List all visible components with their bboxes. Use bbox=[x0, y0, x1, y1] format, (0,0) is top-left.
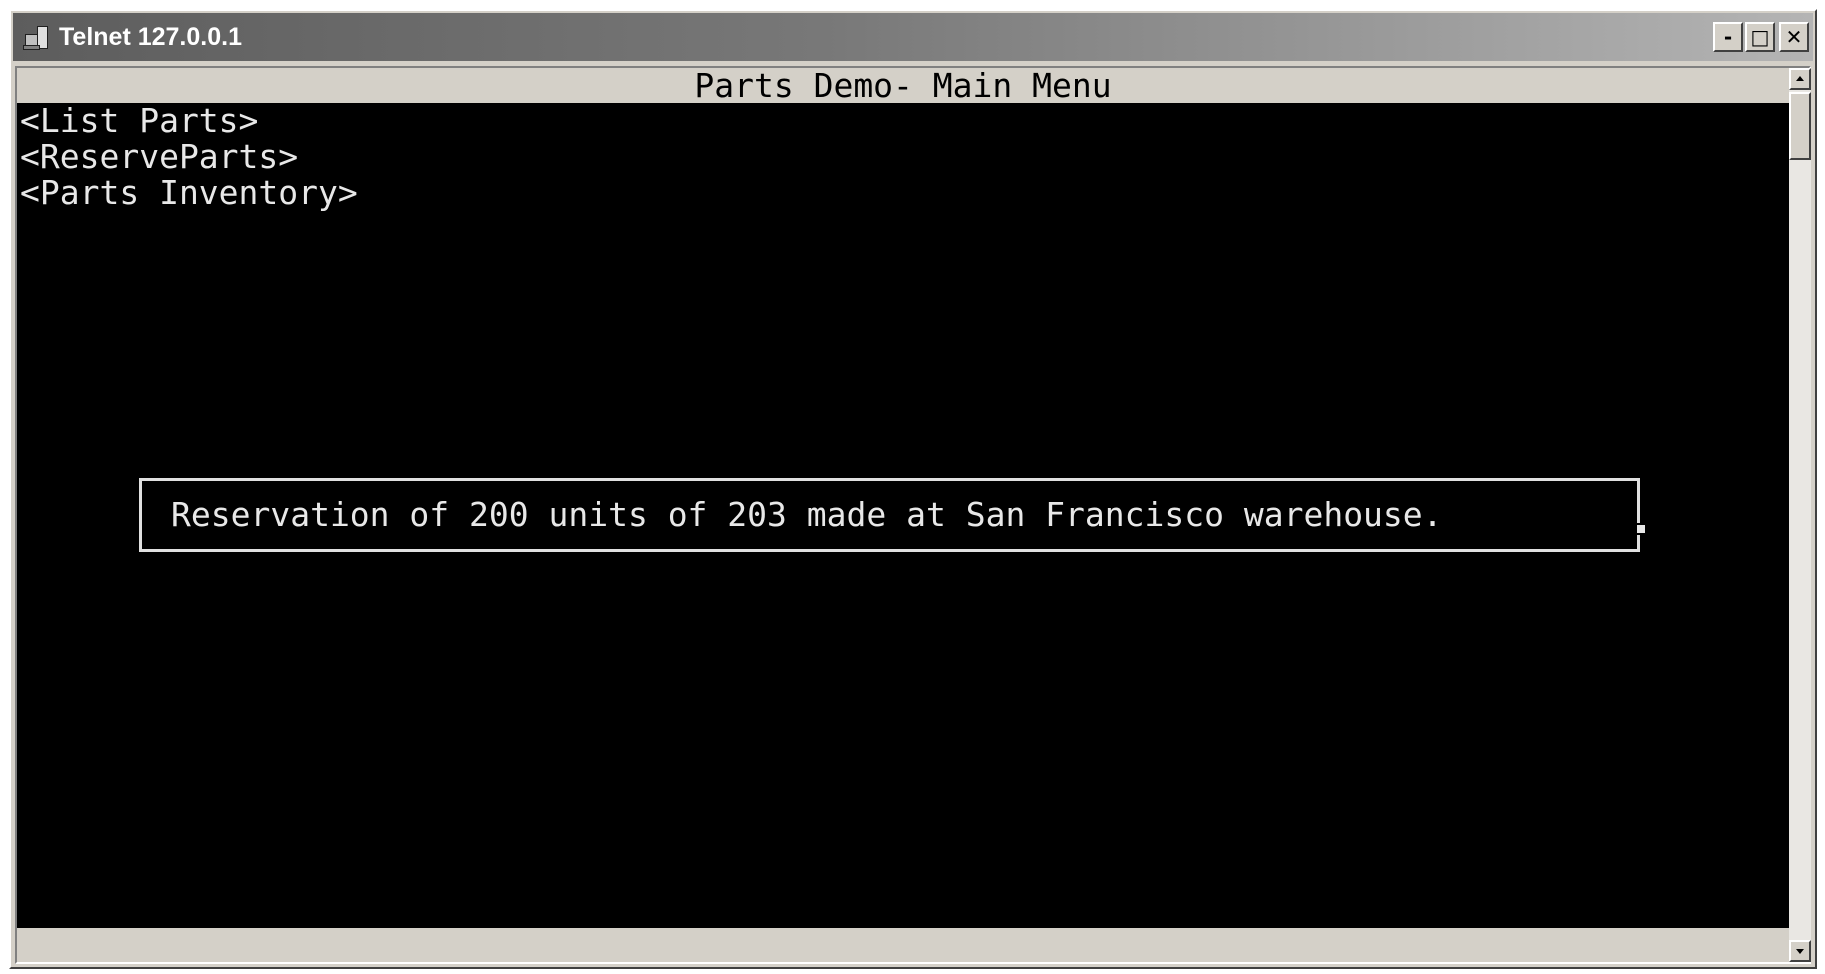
scroll-down-button[interactable] bbox=[1789, 940, 1811, 962]
message-box: Reservation of 200 units of 203 made at … bbox=[139, 478, 1647, 552]
scrollbar-thumb[interactable] bbox=[1789, 92, 1811, 160]
maximize-icon: □ bbox=[1750, 25, 1770, 49]
menu-item-reserve-parts[interactable]: <ReserveParts> bbox=[20, 139, 298, 175]
arrow-down-icon bbox=[1796, 949, 1804, 954]
scroll-up-button[interactable] bbox=[1789, 68, 1811, 90]
window-title: Telnet 127.0.0.1 bbox=[59, 22, 242, 51]
close-button[interactable]: ✕ bbox=[1779, 22, 1809, 52]
minimize-button[interactable]: - bbox=[1713, 22, 1743, 52]
terminal-status-bar bbox=[17, 928, 1789, 962]
maximize-button[interactable]: □ bbox=[1745, 22, 1775, 52]
menu-item-parts-inventory[interactable]: <Parts Inventory> bbox=[20, 175, 358, 211]
terminal-screen[interactable]: Parts Demo- Main Menu <List Parts> <Rese… bbox=[17, 68, 1789, 962]
vertical-scrollbar[interactable] bbox=[1789, 68, 1811, 962]
minimize-icon: - bbox=[1723, 25, 1733, 49]
message-text: Reservation of 200 units of 203 made at … bbox=[171, 495, 1443, 534]
arrow-up-icon bbox=[1796, 76, 1804, 81]
window-controls: - □ ✕ bbox=[1713, 22, 1809, 52]
menu-item-list-parts[interactable]: <List Parts> bbox=[20, 103, 258, 139]
client-area: Parts Demo- Main Menu <List Parts> <Rese… bbox=[15, 66, 1811, 964]
title-bar[interactable]: Telnet 127.0.0.1 - □ ✕ bbox=[13, 13, 1813, 61]
computer-icon[interactable] bbox=[23, 24, 49, 50]
close-icon: ✕ bbox=[1785, 25, 1803, 49]
terminal-header: Parts Demo- Main Menu bbox=[17, 68, 1789, 103]
telnet-window: Telnet 127.0.0.1 - □ ✕ Parts Demo- Main … bbox=[9, 9, 1817, 969]
text-cursor bbox=[1635, 523, 1647, 535]
